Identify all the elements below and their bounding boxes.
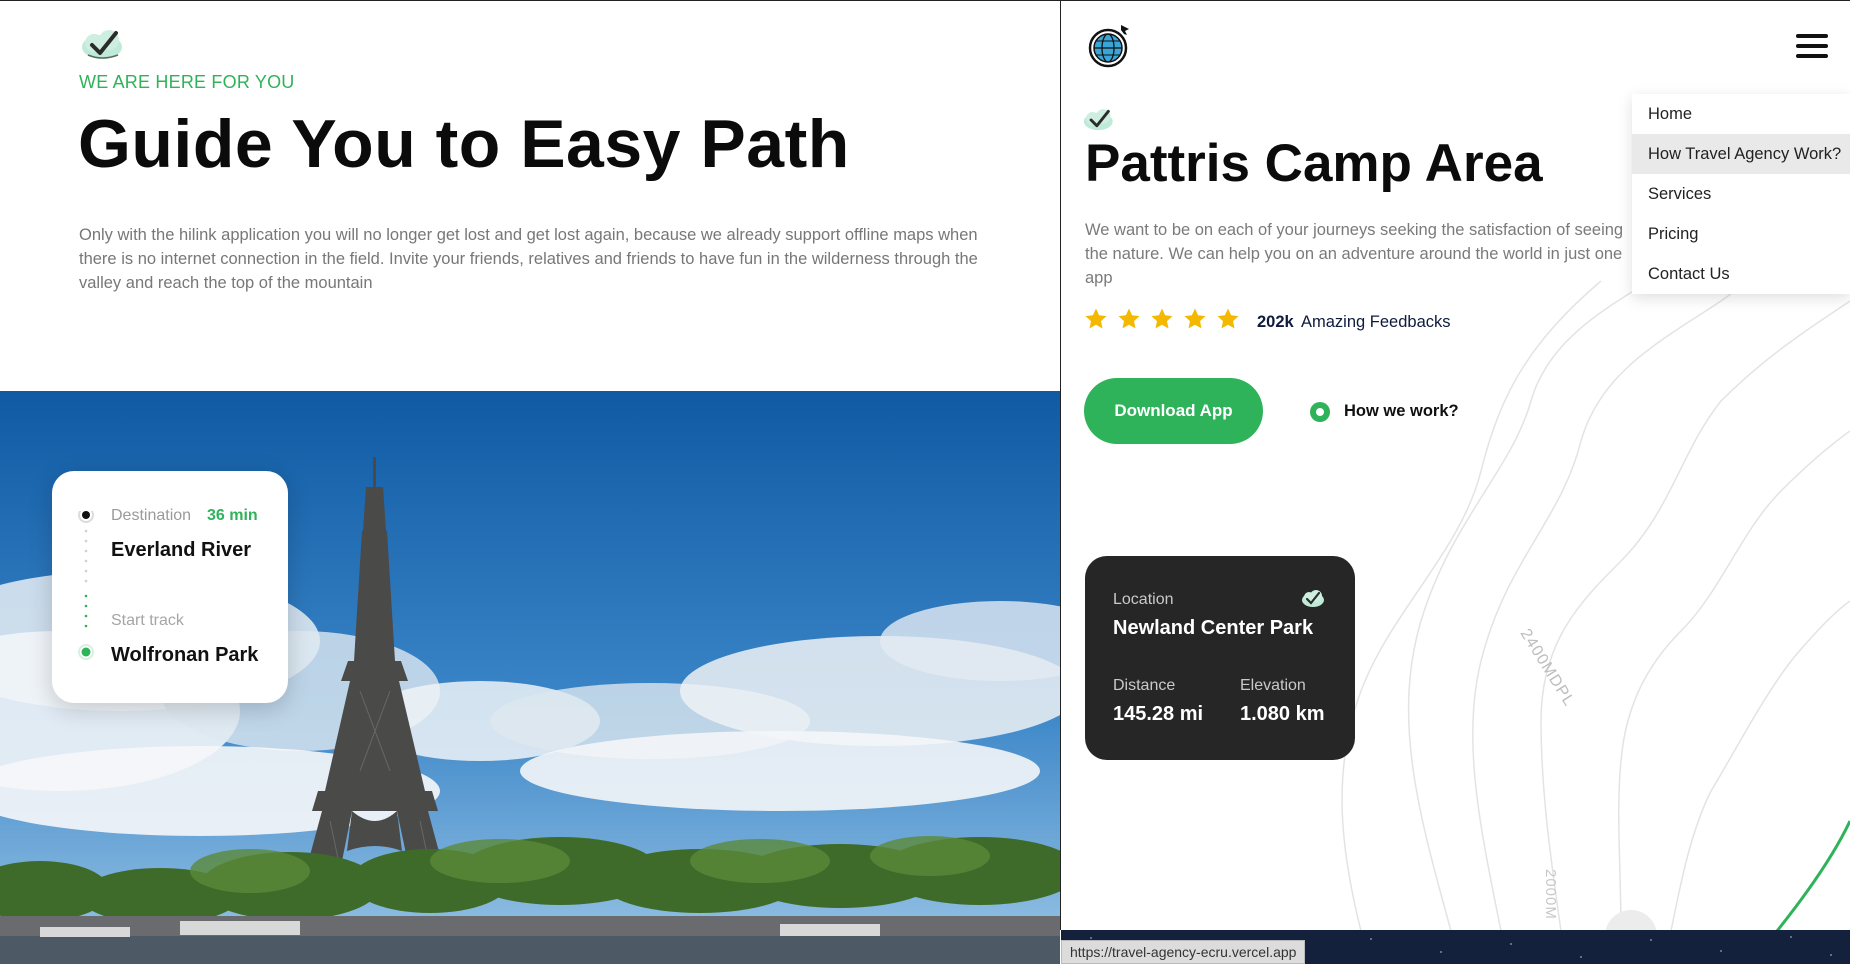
right-page-view: 2400MDPL 2000M Pattris Camp Area We want… bbox=[1061, 0, 1850, 930]
elevation-value: 1.080 km bbox=[1240, 703, 1325, 725]
page-description: We want to be on each of your journeys s… bbox=[1085, 221, 1624, 287]
rating-stars bbox=[1084, 307, 1240, 331]
hero-description: Only with the hilink application you wil… bbox=[79, 226, 978, 292]
menu-item-services[interactable]: Services bbox=[1632, 174, 1850, 214]
cloud-check-icon bbox=[82, 30, 122, 59]
page-title: Pattris Camp Area bbox=[1085, 134, 1543, 193]
menu-item-contact[interactable]: Contact Us bbox=[1632, 254, 1850, 294]
star-icon bbox=[1085, 308, 1107, 329]
status-bar-url: https://travel-agency-ecru.vercel.app bbox=[1061, 940, 1306, 964]
hero-eyebrow: WE ARE HERE FOR YOU bbox=[79, 72, 295, 92]
eta-value: 36 min bbox=[207, 507, 258, 524]
hamburger-icon[interactable] bbox=[1796, 34, 1828, 58]
cloud-check-icon bbox=[1302, 590, 1324, 607]
star-icon bbox=[1217, 308, 1239, 329]
topo-label-2000: 2000M bbox=[1542, 869, 1559, 920]
menu-item-how-it-works[interactable]: How Travel Agency Work? bbox=[1632, 134, 1850, 174]
menu-item-pricing[interactable]: Pricing bbox=[1632, 214, 1850, 254]
destination-label: Destination bbox=[111, 507, 192, 524]
how-we-work-link[interactable]: How we work? bbox=[1344, 402, 1459, 421]
globe-plane-icon bbox=[1088, 25, 1129, 68]
location-label: Location bbox=[1113, 591, 1174, 608]
destination-value: Everland River bbox=[111, 539, 252, 561]
play-circle-icon[interactable] bbox=[1310, 402, 1330, 422]
menu-item-home[interactable]: Home bbox=[1632, 94, 1850, 134]
hero-title: Guide You to Easy Path bbox=[78, 106, 850, 182]
route-track-icon bbox=[78, 511, 94, 660]
elevation-label: Elevation bbox=[1240, 677, 1306, 694]
download-app-button[interactable]: Download App bbox=[1084, 378, 1263, 444]
location-card: Location Newland Center Park Distance 14… bbox=[1085, 556, 1355, 760]
star-icon bbox=[1118, 308, 1140, 329]
feedback-label: Amazing Feedbacks bbox=[1301, 313, 1451, 331]
location-value: Newland Center Park bbox=[1113, 617, 1314, 639]
start-track-value: Wolfronan Park bbox=[111, 644, 259, 666]
star-icon bbox=[1151, 308, 1173, 329]
distance-value: 145.28 mi bbox=[1113, 703, 1204, 725]
distance-label: Distance bbox=[1113, 677, 1176, 694]
start-track-label: Start track bbox=[111, 612, 184, 629]
cloud-check-icon bbox=[1083, 109, 1113, 131]
star-icon bbox=[1184, 308, 1206, 329]
nav-dropdown-menu: Home How Travel Agency Work? Services Pr… bbox=[1632, 94, 1850, 294]
left-page-view: WE ARE HERE FOR YOU Guide You to Easy Pa… bbox=[0, 0, 1060, 964]
feedback-count: 202k bbox=[1257, 313, 1294, 331]
